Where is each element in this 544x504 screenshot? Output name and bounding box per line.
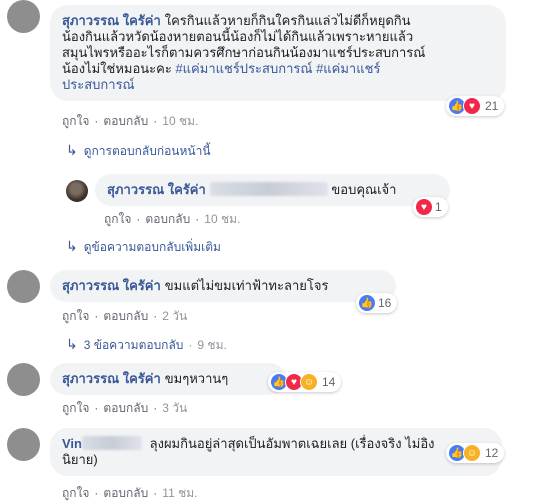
reaction-summary[interactable]: 👍 ☺ 12 bbox=[446, 443, 505, 463]
comment-author-avatar[interactable] bbox=[7, 270, 40, 303]
comment-author-name[interactable]: สุภาวรรณ ใครัค่า bbox=[62, 278, 161, 293]
timestamp[interactable]: 3 วัน bbox=[162, 401, 187, 415]
reply-link[interactable]: ตอบกลับ bbox=[103, 309, 148, 323]
comment-line: Vin ลุงผมกินอยู่ล่าสุดเป็นอัมพาตเฉยเลย (… bbox=[62, 436, 490, 452]
comment-line: นิยาย) bbox=[62, 452, 98, 467]
reply-link[interactable]: ตอบกลับ bbox=[103, 401, 148, 415]
comment-line: สุภาวรรณ ใครัค่า ใครกินแล้วหายก็กินใครกิน… bbox=[62, 13, 494, 29]
comment-text: ใครกินแล้วหายก็กินใครกินแล่วไม่ดีก็หยุดก… bbox=[164, 13, 411, 28]
reaction-count: 14 bbox=[322, 375, 336, 389]
like-link[interactable]: ถูกใจ bbox=[104, 212, 131, 226]
like-link[interactable]: ถูกใจ bbox=[62, 114, 89, 128]
comment-line: สมุนไพรหรืออะไรก็ตามควรศึกษาก่อนกินน้องม… bbox=[62, 45, 426, 60]
comment-author-name[interactable]: สุภาวรรณ ใครัค่า bbox=[62, 13, 161, 28]
comment-text: ขมแต่ไม่ขมเท่าฟ้าทะลายโจร bbox=[164, 278, 329, 293]
comment-line: น้องกินแล้วหวัดน้องหายตอนนี้น้องก็ไม่ได้… bbox=[62, 29, 414, 44]
reply-link[interactable]: ตอบกลับ bbox=[103, 486, 148, 500]
like-link[interactable]: ถูกใจ bbox=[62, 486, 89, 500]
reply-arrow-icon: ↳ bbox=[66, 142, 78, 158]
reaction-count: 1 bbox=[435, 200, 442, 214]
reaction-count: 21 bbox=[485, 99, 499, 113]
comment-actions: ถูกใจ · ตอบกลับ · 11 ชม. bbox=[62, 486, 198, 500]
blurred-author-name bbox=[82, 436, 142, 450]
like-link[interactable]: ถูกใจ bbox=[62, 309, 89, 323]
reply-link[interactable]: ตอบกลับ bbox=[103, 114, 148, 128]
comment-bubble: สุภาวรรณ ใครัค่า ขมๆหวานๆ bbox=[50, 363, 286, 395]
reply-arrow-icon: ↳ bbox=[66, 238, 78, 254]
reply-link[interactable]: ตอบกลับ bbox=[145, 212, 190, 226]
comment-author-name[interactable]: สุภาวรรณ ใครัค่า bbox=[107, 182, 206, 197]
comment-actions: ถูกใจ · ตอบกลับ · 10 ชม. bbox=[104, 212, 241, 226]
reaction-summary[interactable]: 👍 16 bbox=[356, 293, 398, 313]
reaction-count: 12 bbox=[485, 446, 499, 460]
reply-author-avatar[interactable] bbox=[66, 180, 88, 202]
comment-actions: ถูกใจ · ตอบกลับ · 3 วัน bbox=[62, 401, 188, 415]
comment-author-name[interactable]: Vin bbox=[62, 436, 142, 451]
love-reaction-icon: ♥ bbox=[463, 97, 481, 115]
comment-text: ขอบคุณเจ้า bbox=[331, 182, 397, 197]
comment-bubble: Vin ลุงผมกินอยู่ล่าสุดเป็นอัมพาตเฉยเลย (… bbox=[50, 428, 502, 476]
reaction-count: 16 bbox=[378, 296, 392, 310]
comment-bubble: สุภาวรรณ ใครัค่า ใครกินแล้วหายก็กินใครกิน… bbox=[50, 5, 506, 101]
timestamp[interactable]: 11 ชม. bbox=[162, 486, 197, 500]
love-reaction-icon: ♥ bbox=[415, 198, 433, 216]
comment-author-avatar[interactable] bbox=[7, 0, 40, 33]
comment-author-avatar[interactable] bbox=[7, 363, 40, 396]
view-replies[interactable]: ↳ 3 ข้อความตอบกลับ · 9 ชม. bbox=[66, 336, 227, 355]
like-reaction-icon: 👍 bbox=[358, 294, 376, 312]
haha-reaction-icon: ☺ bbox=[463, 444, 481, 462]
comment-line: น้องไม่ใช่หมอนะคะ #แค่มาแชร์ประสบการณ์ #… bbox=[62, 61, 494, 77]
comment-text: น้องไม่ใช่หมอนะคะ bbox=[62, 61, 172, 76]
reaction-summary[interactable]: 👍 ♥ ☺ 14 bbox=[268, 372, 342, 392]
reply-arrow-icon: ↳ bbox=[66, 336, 78, 352]
hashtag-link[interactable]: #แค่มาแชร์ประสบการณ์ bbox=[175, 61, 312, 76]
hashtag-link[interactable]: ประสบการณ์ bbox=[62, 77, 494, 93]
timestamp[interactable]: 10 ชม. bbox=[204, 212, 240, 226]
view-previous-replies[interactable]: ↳ ดูการตอบกลับก่อนหน้านี้ bbox=[66, 142, 211, 161]
comment-bubble: สุภาวรรณ ใครัค่า ขมแต่ไม่ขมเท่าฟ้าทะลายโจ… bbox=[50, 270, 396, 302]
comment-actions: ถูกใจ · ตอบกลับ · 2 วัน bbox=[62, 309, 188, 323]
reaction-summary[interactable]: ♥ 1 bbox=[413, 197, 448, 217]
reaction-summary[interactable]: 👍 ♥ 21 bbox=[446, 96, 505, 116]
timestamp[interactable]: 10 ชม. bbox=[162, 114, 198, 128]
comment-text: ลุงผมกินอยู่ล่าสุดเป็นอัมพาตเฉยเลย (เรื่… bbox=[149, 436, 435, 451]
like-link[interactable]: ถูกใจ bbox=[62, 401, 89, 415]
haha-reaction-icon: ☺ bbox=[300, 373, 318, 391]
comment-actions: ถูกใจ · ตอบกลับ · 10 ชม. bbox=[62, 114, 199, 128]
blurred-tagged-name bbox=[209, 182, 328, 196]
view-more-replies[interactable]: ↳ ดูข้อความตอบกลับเพิ่มเติม bbox=[66, 238, 221, 257]
hashtag-link[interactable]: #แค่มาแชร์ bbox=[316, 61, 380, 76]
timestamp[interactable]: 2 วัน bbox=[162, 309, 187, 323]
comment-text: ขมๆหวานๆ bbox=[164, 371, 229, 386]
comment-author-avatar[interactable] bbox=[7, 428, 40, 461]
timestamp[interactable]: 9 ชม. bbox=[197, 338, 226, 352]
comment-bubble: สุภาวรรณ ใครัค่า ขอบคุณเจ้า bbox=[95, 174, 450, 206]
comment-author-name[interactable]: สุภาวรรณ ใครัค่า bbox=[62, 371, 161, 386]
